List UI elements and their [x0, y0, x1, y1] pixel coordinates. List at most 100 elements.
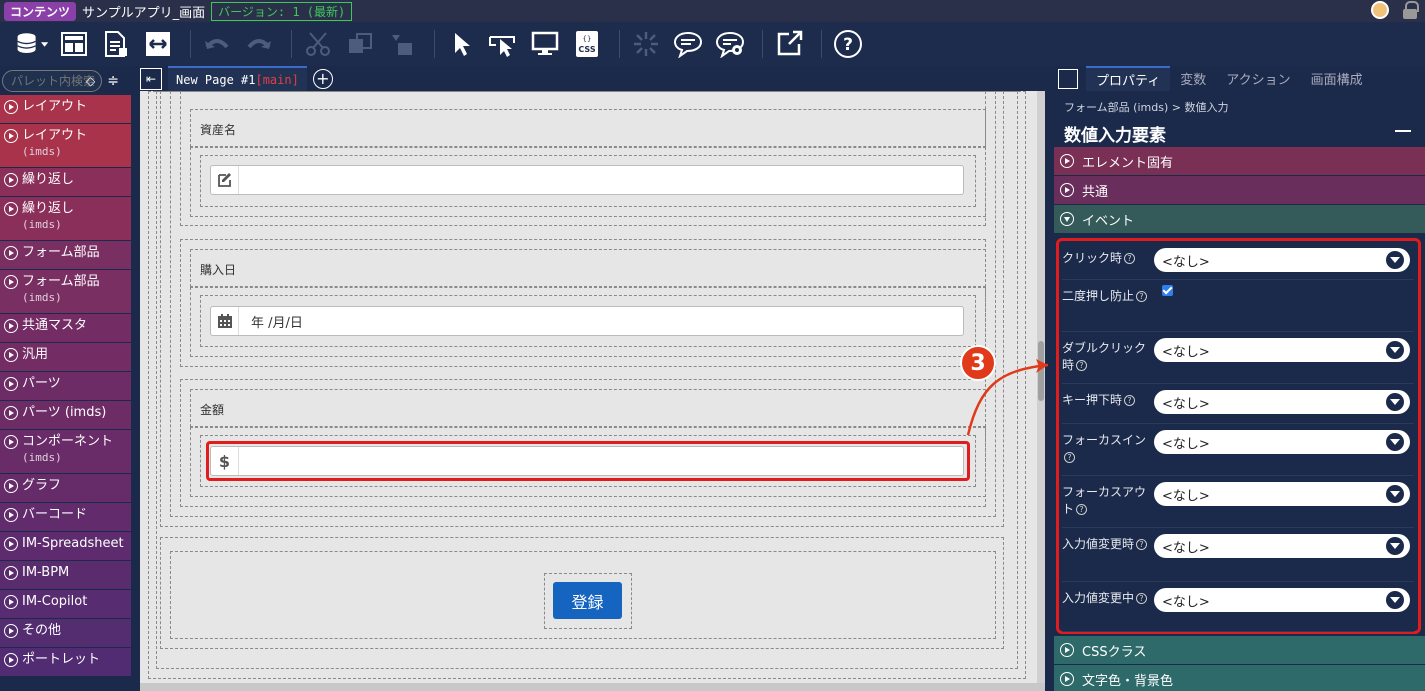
event-label-text: フォーカスアウト [1062, 485, 1147, 516]
event-action-select[interactable]: <なし> [1154, 588, 1410, 612]
event-select-value: <なし> [1162, 540, 1210, 556]
palette-item-label: IM-Spreadsheet [22, 536, 124, 551]
palette-item[interactable]: 汎用 [0, 343, 131, 372]
purchase-date-input[interactable]: 年 /月/日 [210, 306, 964, 336]
palette-item[interactable]: 繰り返し (imds) [0, 197, 131, 241]
expand-icon [4, 595, 18, 609]
register-button[interactable]: 登録 [553, 582, 622, 619]
redo-icon[interactable] [241, 26, 277, 62]
tab-new-page-1[interactable]: New Page #1 [main] [168, 66, 307, 91]
design-canvas[interactable]: 資産名 購入日 年 /月/日 金額 $ 登録 [140, 91, 1045, 691]
tab-screen-structure[interactable]: 画面構成 [1301, 66, 1373, 91]
palette-item[interactable]: 共通マスタ [0, 314, 131, 343]
database-dropdown-icon[interactable] [14, 26, 50, 62]
event-action-select[interactable]: <なし> [1154, 430, 1410, 454]
collapse-icon[interactable] [1395, 123, 1411, 139]
palette-item[interactable]: パーツ (imds) [0, 401, 131, 430]
sections-top: エレメント固有 共通 イベント [1054, 147, 1425, 234]
tab-variables[interactable]: 変数 [1170, 66, 1216, 91]
palette-item[interactable]: レイアウト [0, 95, 131, 124]
version-badge[interactable]: バージョン: 1 (最新) [211, 1, 353, 21]
panel-toggle-icon[interactable] [1058, 68, 1078, 89]
help-icon[interactable]: ? [1076, 504, 1088, 515]
help-icon[interactable]: ? [830, 26, 866, 62]
canvas-horizontal-scrollbar[interactable] [140, 683, 1045, 691]
back-icon[interactable]: ⇤ [140, 67, 162, 90]
chevron-down-icon [1386, 393, 1404, 411]
palette-item[interactable]: その他 [0, 619, 131, 648]
copy-icon[interactable] [342, 26, 378, 62]
help-icon[interactable]: ? [1136, 539, 1148, 550]
palette-item[interactable]: コンポーネント (imds) [0, 430, 131, 474]
undo-icon[interactable] [199, 26, 235, 62]
clear-search-icon[interactable]: ◇ [86, 74, 95, 88]
document-edit-icon[interactable] [98, 26, 134, 62]
lock-icon[interactable] [1403, 1, 1419, 19]
palette-item-label: レイアウト [22, 128, 88, 143]
palette-item[interactable]: フォーム部品 (imds) [0, 270, 131, 314]
field2-label-box[interactable] [190, 249, 986, 287]
element-title: 数値入力要素 [1054, 115, 1425, 147]
palette-item[interactable]: 繰り返し [0, 168, 131, 197]
loading-icon[interactable] [628, 26, 664, 62]
cut-icon[interactable] [300, 26, 336, 62]
add-page-icon[interactable]: + [312, 68, 333, 89]
palette-item[interactable]: IM-Spreadsheet [0, 532, 131, 561]
paste-icon[interactable] [384, 26, 420, 62]
amount-highlight [206, 441, 970, 481]
event-row: フォーカスアウト? <なし> [1062, 476, 1414, 528]
expand-icon [4, 377, 18, 391]
asset-name-input[interactable] [210, 165, 964, 195]
user-avatar[interactable] [1371, 1, 1389, 19]
help-icon[interactable]: ? [1124, 253, 1136, 264]
event-action-select[interactable]: <なし> [1154, 482, 1410, 506]
palette-item[interactable]: IM-BPM [0, 561, 131, 590]
help-icon[interactable]: ? [1136, 291, 1148, 302]
help-icon[interactable]: ? [1124, 395, 1136, 406]
section-header[interactable]: CSSクラス [1054, 636, 1425, 665]
section-header[interactable]: イベント [1054, 205, 1425, 234]
palette-item[interactable]: バーコード [0, 503, 131, 532]
palette-item[interactable]: ポートレット [0, 648, 131, 677]
event-action-select[interactable]: <なし> [1154, 338, 1410, 362]
expand-icon [4, 100, 18, 114]
external-link-icon[interactable] [771, 26, 807, 62]
area-select-icon[interactable] [485, 26, 521, 62]
main-toolbar: {} CSS ? [0, 22, 1425, 66]
title-bar: コンテンツ サンプルアプリ_画面 バージョン: 1 (最新) [0, 0, 1425, 22]
section-header[interactable]: 文字色・背景色 [1054, 665, 1425, 691]
comment-settings-icon[interactable] [712, 26, 748, 62]
palette-item[interactable]: IM-Copilot [0, 590, 131, 619]
event-row: フォーカスイン? <なし> [1062, 424, 1414, 476]
section-header[interactable]: 共通 [1054, 176, 1425, 205]
collapse-all-icon[interactable]: ≑ [107, 73, 119, 89]
event-label: 二度押し防止? [1062, 288, 1152, 305]
css-file-icon[interactable]: {} CSS [569, 26, 605, 62]
section-header[interactable]: エレメント固有 [1054, 147, 1425, 176]
palette-item[interactable]: グラフ [0, 474, 131, 503]
field3-label-box[interactable] [190, 389, 986, 427]
event-action-select[interactable]: <なし> [1154, 534, 1410, 558]
palette-item[interactable]: パーツ [0, 372, 131, 401]
chevron-down-icon [1386, 341, 1404, 359]
help-icon[interactable]: ? [1076, 360, 1088, 371]
tab-properties[interactable]: プロパティ [1086, 66, 1171, 91]
page-tab-name: New Page #1 [176, 72, 256, 87]
resize-icon[interactable] [140, 26, 176, 62]
field1-label-box[interactable] [190, 109, 986, 147]
select-pointer-icon[interactable] [443, 26, 479, 62]
palette-item[interactable]: フォーム部品 [0, 241, 131, 270]
help-icon[interactable]: ? [1136, 593, 1148, 604]
event-action-select[interactable]: <なし> [1154, 390, 1410, 414]
tab-actions[interactable]: アクション [1216, 66, 1300, 91]
double-click-prevent-checkbox[interactable] [1162, 285, 1173, 296]
event-action-select[interactable]: <なし> [1154, 248, 1410, 272]
layout-icon[interactable] [56, 26, 92, 62]
preview-monitor-icon[interactable] [527, 26, 563, 62]
calendar-icon [211, 307, 239, 335]
palette-item[interactable]: レイアウト (imds) [0, 124, 131, 168]
help-icon[interactable]: ? [1064, 452, 1075, 463]
page-tab-bar: ⇤ New Page #1 [main] + [140, 66, 1045, 91]
comment-edit-icon[interactable] [670, 26, 706, 62]
expand-icon [4, 275, 18, 289]
